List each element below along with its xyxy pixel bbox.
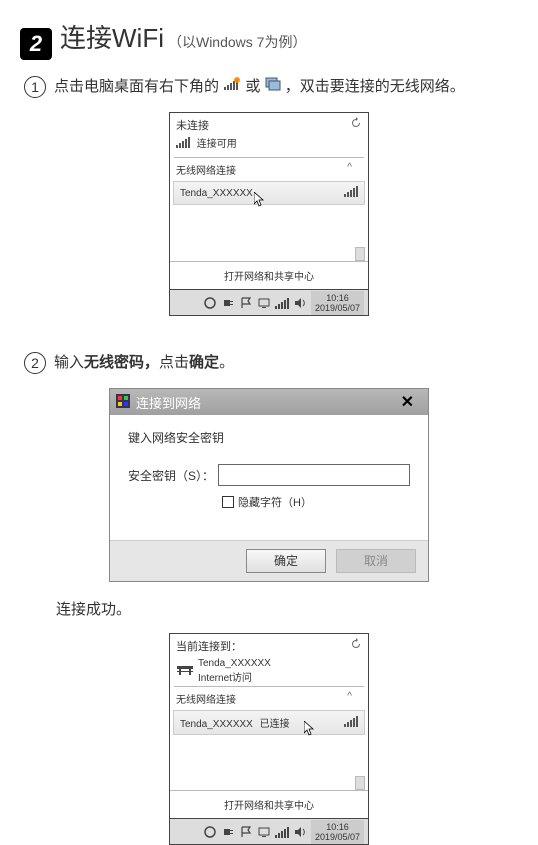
checkbox-icon xyxy=(222,496,234,508)
section-title: 连接WiFi xyxy=(60,18,164,55)
tray-flag-icon[interactable] xyxy=(239,296,253,310)
hide-chars-label: 隐藏字符（H） xyxy=(238,494,312,510)
connect-dialog: 连接到网络 ✕ 键入网络安全密钥 安全密钥（S）： 隐藏字符（H） 确定 取消 xyxy=(109,388,429,582)
tray-signal-icon[interactable] xyxy=(275,296,289,310)
dialog-app-icon xyxy=(116,394,130,411)
step-2: 2 输入无线密码，点击确定。 xyxy=(0,342,538,380)
chevron-up-icon[interactable]: ^ xyxy=(347,162,352,173)
security-key-label: 安全密钥（S）： xyxy=(128,467,218,484)
wifi2-item-status: 已连接 xyxy=(260,719,290,730)
section-number-badge: 2 xyxy=(20,28,52,60)
tray-monitor-icon[interactable] xyxy=(257,825,271,839)
security-key-input[interactable] xyxy=(218,464,410,486)
dialog-instruction: 键入网络安全密钥 xyxy=(128,429,410,446)
dialog-titlebar: 连接到网络 ✕ xyxy=(110,389,428,415)
wifi2-status-label: 当前连接到： xyxy=(176,638,242,654)
wifi-footer-link[interactable]: 打开网络和共享中心 xyxy=(170,261,368,289)
scroll-down-button[interactable] xyxy=(355,247,365,261)
section-header: 2 连接WiFi （以Windows 7为例） xyxy=(0,0,538,66)
wifi-item-tenda[interactable]: Tenda_XXXXXX xyxy=(173,181,365,205)
step-number-2: 2 xyxy=(24,352,46,374)
wifi2-section-label: 无线网络连接 ^ xyxy=(170,687,368,710)
signal-bars-icon xyxy=(223,76,241,98)
wifi-status-label: 未连接 xyxy=(176,117,209,133)
tray-signal-icon[interactable] xyxy=(275,825,289,839)
signal-small-icon xyxy=(176,137,190,151)
step-number-1: 1 xyxy=(24,76,46,98)
success-label: 连接成功。 xyxy=(0,582,538,625)
scroll-down-button[interactable] xyxy=(355,776,365,790)
tray-power-icon[interactable] xyxy=(203,296,217,310)
taskbar-1: 10:16 2019/05/07 xyxy=(169,290,369,316)
dialog-title: 连接到网络 xyxy=(136,393,201,412)
cursor-icon xyxy=(254,192,266,208)
cancel-button: 取消 xyxy=(336,549,416,573)
wifi-sub-row: 连接可用 xyxy=(170,135,368,157)
signal-full-icon xyxy=(344,186,358,200)
refresh-icon[interactable] xyxy=(350,117,362,133)
wifi-popup-2: 当前连接到： Tenda_XXXXXX Internet访问 无线网络连接 xyxy=(169,633,369,819)
taskbar-clock[interactable]: 10:16 2019/05/07 xyxy=(311,820,364,844)
taskbar-date: 2019/05/07 xyxy=(315,303,360,313)
tray-volume-icon[interactable] xyxy=(293,296,307,310)
wifi-section-label: 无线网络连接 ^ xyxy=(170,158,368,181)
taskbar-clock[interactable]: 10:16 2019/05/07 xyxy=(311,291,364,315)
step-1: 1 点击电脑桌面有右下角的 或 ，双击要连接的无线网络。 xyxy=(0,66,538,104)
step-2-text: 输入无线密码，点击确定。 xyxy=(54,352,234,374)
hide-chars-checkbox[interactable]: 隐藏字符（H） xyxy=(222,494,410,510)
tray-plug-icon[interactable] xyxy=(221,825,235,839)
wifi-list: Tenda_XXXXXX xyxy=(170,181,368,261)
taskbar-time: 10:16 xyxy=(315,293,360,303)
refresh-icon[interactable] xyxy=(350,638,362,654)
tray-plug-icon[interactable] xyxy=(221,296,235,310)
tray-flag-icon[interactable] xyxy=(239,825,253,839)
wifi-header: 未连接 xyxy=(170,113,368,135)
step1-text-before: 点击电脑桌面有右下角的 xyxy=(54,78,219,95)
tray-volume-icon[interactable] xyxy=(293,825,307,839)
wifi2-access: Internet访问 xyxy=(198,669,271,684)
signal-full-icon xyxy=(344,716,358,730)
monitor-icon xyxy=(265,76,281,98)
ok-button[interactable]: 确定 xyxy=(246,549,326,573)
wifi-item-name: Tenda_XXXXXX xyxy=(180,188,253,199)
taskbar-date: 2019/05/07 xyxy=(315,832,360,842)
wifi-popup-1: 未连接 连接可用 无线网络连接 ^ xyxy=(169,112,369,290)
wifi2-ssid: Tenda_XXXXXX xyxy=(198,658,271,669)
wifi2-header: 当前连接到： xyxy=(170,634,368,656)
wifi2-connected-row: Tenda_XXXXXX Internet访问 xyxy=(170,656,368,686)
wifi2-list: Tenda_XXXXXX 已连接 xyxy=(170,710,368,790)
step-1-text: 点击电脑桌面有右下角的 或 ，双击要连接的无线网络。 xyxy=(54,76,465,98)
tray-monitor-icon[interactable] xyxy=(257,296,271,310)
taskbar-time: 10:16 xyxy=(315,822,360,832)
wifi2-footer-link[interactable]: 打开网络和共享中心 xyxy=(170,790,368,818)
dialog-close-button[interactable]: ✕ xyxy=(393,392,422,412)
wifi2-item-name: Tenda_XXXXXX xyxy=(180,719,253,730)
tray-power-icon[interactable] xyxy=(203,825,217,839)
step1-text-mid: 或 xyxy=(245,78,260,95)
cursor-icon xyxy=(304,721,316,737)
wifi2-item-tenda[interactable]: Tenda_XXXXXX 已连接 xyxy=(173,710,365,735)
section-subtitle: （以Windows 7为例） xyxy=(168,32,306,52)
chevron-up-icon[interactable]: ^ xyxy=(347,691,352,702)
wifi-sub-label: 连接可用 xyxy=(197,139,237,150)
bench-icon xyxy=(176,663,194,680)
step1-text-after: ，双击要连接的无线网络。 xyxy=(285,78,465,95)
taskbar-2: 10:16 2019/05/07 xyxy=(169,819,369,845)
